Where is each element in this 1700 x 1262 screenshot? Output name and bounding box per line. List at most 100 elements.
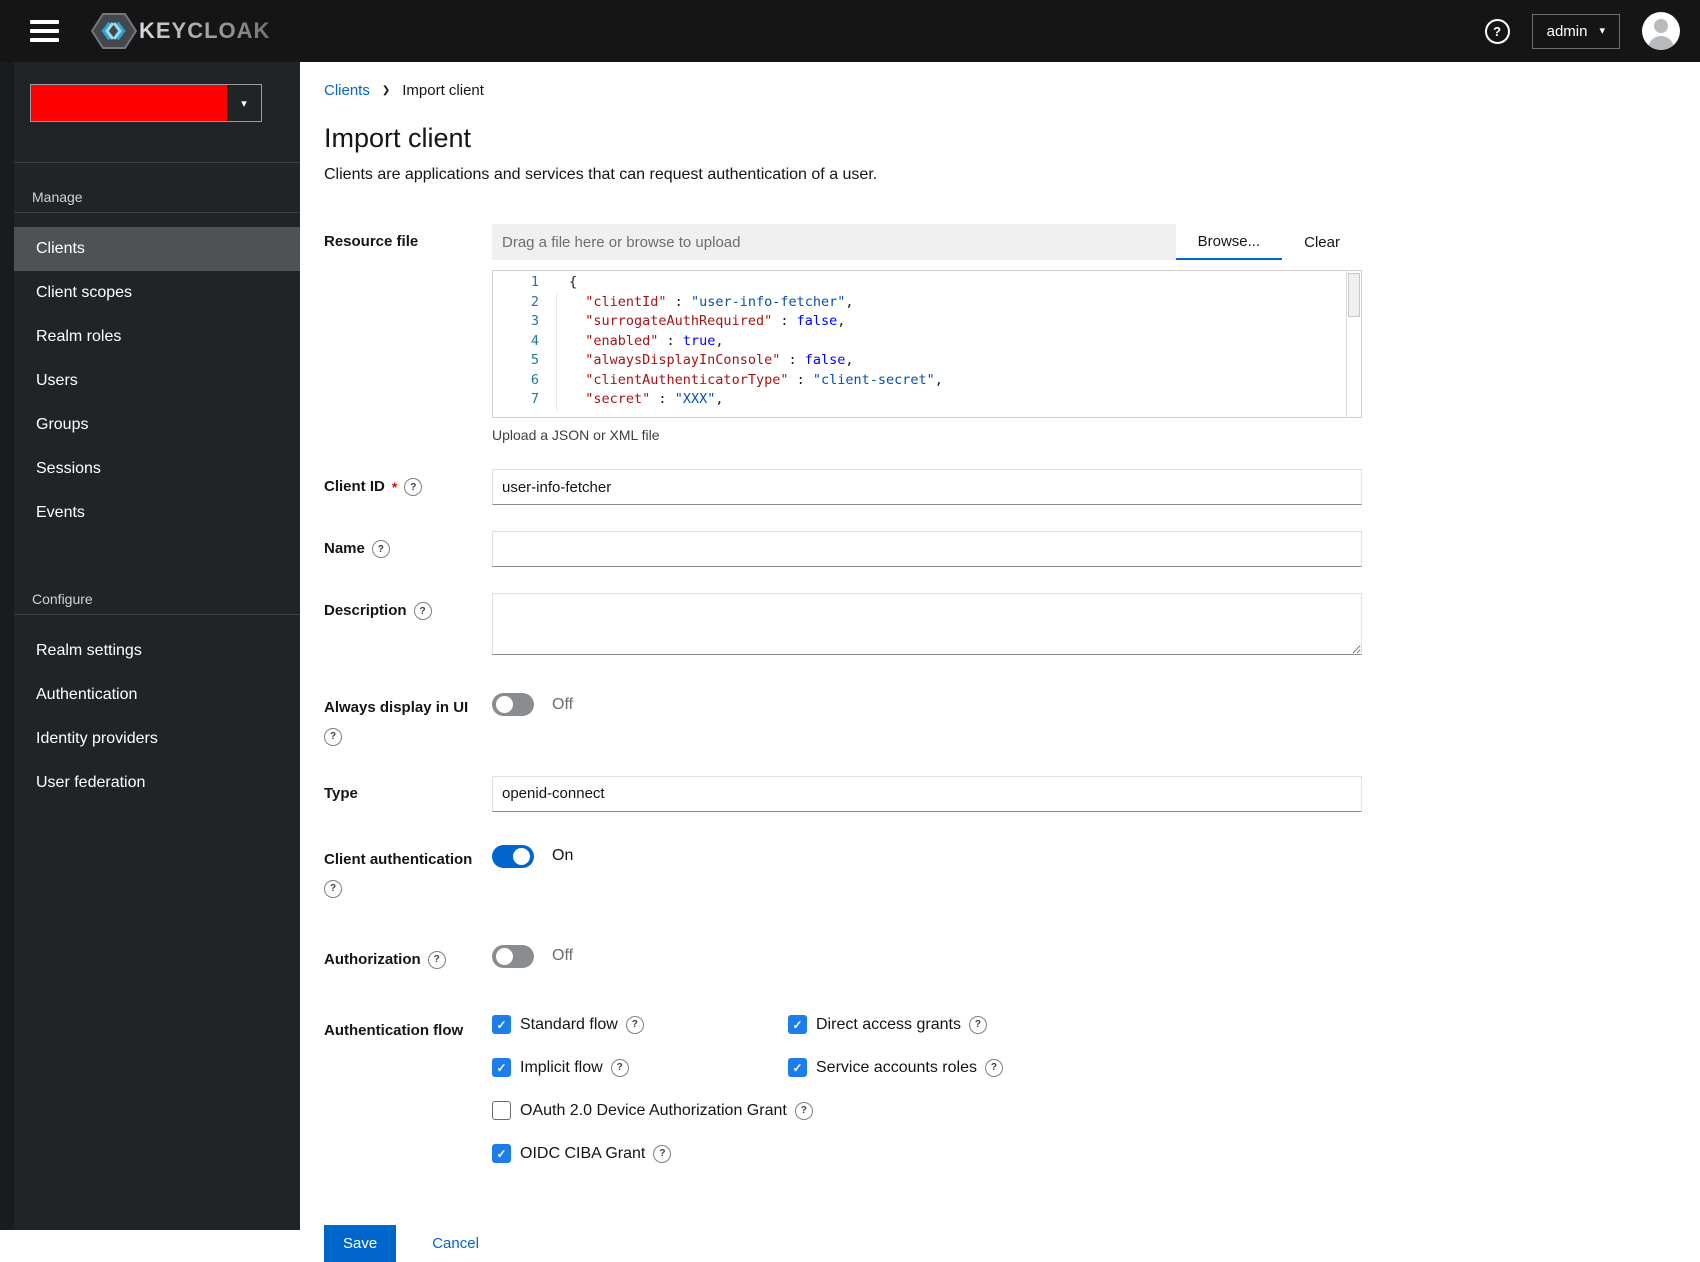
name-input[interactable] bbox=[492, 531, 1362, 567]
checkbox-oauth-2-0-device-authorization-grant[interactable]: OAuth 2.0 Device Authorization Grant? bbox=[492, 1101, 1362, 1121]
sidebar-item-realm-settings[interactable]: Realm settings bbox=[0, 629, 300, 673]
field-label-always-display: Always display in UI ? bbox=[324, 690, 492, 746]
caret-down-icon: ▾ bbox=[241, 97, 247, 110]
line-number: 5 bbox=[530, 352, 539, 368]
code-editor[interactable]: 1 {2 "clientId" : "user-info-fetcher", 3 "… bbox=[492, 270, 1362, 418]
help-icon[interactable]: ? bbox=[610, 1058, 629, 1077]
breadcrumb-link-clients[interactable]: Clients bbox=[324, 82, 370, 99]
code-text: "alwaysDisplayInConsole" : false, bbox=[585, 352, 854, 368]
header-actions: ? admin ▾ bbox=[1484, 12, 1700, 50]
nav-group-title: Configure bbox=[32, 591, 93, 607]
code-text: "clientId" : "user-info-fetcher", bbox=[585, 293, 854, 310]
hamburger-menu-icon[interactable] bbox=[26, 16, 63, 46]
name-row: Name ? bbox=[324, 531, 1676, 567]
description-row: Description ? bbox=[324, 593, 1676, 660]
always-display-row: Always display in UI ? Off bbox=[324, 690, 1676, 746]
checkbox-service-accounts-roles[interactable]: ✓ Service accounts roles? bbox=[788, 1058, 1362, 1078]
checkbox-label: OIDC CIBA Grant bbox=[520, 1144, 646, 1162]
help-icon[interactable]: ? bbox=[794, 1101, 813, 1120]
cancel-button[interactable]: Cancel bbox=[426, 1234, 485, 1253]
help-icon[interactable]: ? bbox=[1484, 18, 1510, 44]
help-icon[interactable]: ? bbox=[653, 1144, 672, 1163]
sidebar-item-sessions[interactable]: Sessions bbox=[0, 447, 300, 491]
sidebar-item-clients[interactable]: Clients bbox=[0, 227, 300, 271]
field-label-type: Type bbox=[324, 784, 358, 802]
sidebar-item-groups[interactable]: Groups bbox=[0, 403, 300, 447]
help-icon[interactable]: ? bbox=[371, 540, 390, 559]
client-id-row: Client ID * ? bbox=[324, 469, 1676, 505]
upload-helper-text: Upload a JSON or XML file bbox=[492, 427, 660, 443]
client-id-input[interactable] bbox=[492, 469, 1362, 505]
field-label-resource-file: Resource file bbox=[324, 233, 419, 250]
field-label-description: Description ? bbox=[324, 593, 492, 621]
save-button[interactable]: Save bbox=[324, 1225, 397, 1262]
sidebar-item-authentication[interactable]: Authentication bbox=[0, 673, 300, 717]
checkbox-direct-access-grants[interactable]: ✓ Direct access grants? bbox=[788, 1015, 1362, 1035]
authorization-state: Off bbox=[552, 947, 574, 964]
checkbox-standard-flow[interactable]: ✓ Standard flow? bbox=[492, 1015, 788, 1035]
help-icon[interactable]: ? bbox=[625, 1015, 644, 1034]
username-label: admin bbox=[1546, 22, 1588, 40]
checkbox-label: OAuth 2.0 Device Authorization Grant bbox=[520, 1101, 787, 1119]
line-number: 1 bbox=[530, 274, 539, 290]
line-number: 7 bbox=[530, 391, 539, 407]
sidebar-item-users[interactable]: Users bbox=[0, 359, 300, 403]
help-icon[interactable]: ? bbox=[324, 727, 342, 746]
type-input[interactable] bbox=[492, 775, 1362, 812]
always-display-state: Off bbox=[552, 695, 574, 713]
code-line: 3 "surrogateAuthRequired" : false, bbox=[493, 312, 1361, 332]
help-icon[interactable]: ? bbox=[324, 879, 342, 898]
code-line: 4 "enabled" : true, bbox=[493, 332, 1361, 352]
sidebar-item-user-federation[interactable]: User federation bbox=[0, 761, 300, 805]
help-icon[interactable]: ? bbox=[413, 602, 432, 621]
checkbox-implicit-flow[interactable]: ✓ Implicit flow? bbox=[492, 1058, 788, 1078]
realm-selector[interactable]: ▾ bbox=[30, 84, 262, 122]
checkbox-checked-icon[interactable]: ✓ bbox=[788, 1058, 807, 1078]
sidebar: ▾ Manage Clients Client scopes Realm roles U… bbox=[0, 62, 300, 1230]
checkbox-checked-icon[interactable]: ✓ bbox=[492, 1015, 511, 1035]
page-subtitle: Clients are applications and services th… bbox=[324, 166, 878, 183]
file-upload-dropzone[interactable]: Drag a file here or browse to upload bbox=[492, 224, 1176, 260]
breadcrumb-separator-icon: ❯ bbox=[381, 85, 391, 96]
line-number: 4 bbox=[530, 332, 539, 349]
realm-name-redacted bbox=[31, 85, 227, 121]
line-number: 2 bbox=[530, 293, 539, 310]
sidebar-item-events[interactable]: Events bbox=[0, 491, 300, 535]
field-label-name: Name ? bbox=[324, 531, 492, 559]
avatar[interactable] bbox=[1642, 12, 1680, 50]
code-line: 6 "clientAuthenticatorType" : "client-se… bbox=[493, 371, 1361, 391]
help-icon[interactable]: ? bbox=[427, 950, 446, 969]
description-textarea[interactable] bbox=[492, 593, 1362, 655]
editor-scrollbar[interactable] bbox=[1346, 271, 1361, 417]
type-row: Type bbox=[324, 775, 1676, 812]
help-icon[interactable]: ? bbox=[984, 1058, 1003, 1077]
client-auth-toggle[interactable] bbox=[492, 844, 534, 868]
help-icon[interactable]: ? bbox=[404, 478, 423, 497]
checkbox-checked-icon[interactable]: ✓ bbox=[788, 1015, 807, 1035]
authorization-row: Authorization ? Off bbox=[324, 942, 1676, 970]
checkbox-checked-icon[interactable]: ✓ bbox=[492, 1058, 511, 1078]
checkbox-unchecked[interactable] bbox=[492, 1101, 511, 1121]
user-menu-button[interactable]: admin ▾ bbox=[1531, 13, 1620, 49]
checkbox-label: Service accounts roles bbox=[816, 1058, 977, 1076]
always-display-toggle[interactable] bbox=[492, 693, 534, 716]
browse-button[interactable]: Browse... bbox=[1175, 224, 1283, 260]
sidebar-item-client-scopes[interactable]: Client scopes bbox=[0, 271, 300, 315]
nav-group-manage: Manage Clients Client scopes Realm roles Use… bbox=[0, 163, 300, 535]
sidebar-item-identity-providers[interactable]: Identity providers bbox=[0, 717, 300, 761]
authorization-toggle[interactable] bbox=[492, 944, 534, 968]
checkbox-label: Standard flow bbox=[520, 1015, 618, 1033]
sidebar-item-realm-roles[interactable]: Realm roles bbox=[0, 315, 300, 359]
code-text: { bbox=[569, 274, 578, 290]
breadcrumb: Clients ❯ Import client bbox=[324, 82, 1676, 99]
checkbox-checked-icon[interactable]: ✓ bbox=[492, 1144, 511, 1164]
field-label-auth-flow: Authentication flow bbox=[324, 1022, 464, 1040]
help-icon[interactable]: ? bbox=[968, 1015, 987, 1034]
client-auth-row: Client authentication ? On bbox=[324, 842, 1676, 898]
realm-selector-section: ▾ bbox=[0, 62, 300, 163]
clear-button[interactable]: Clear bbox=[1282, 224, 1362, 260]
code-text: "surrogateAuthRequired" : false, bbox=[585, 313, 846, 329]
page-title: Import client bbox=[324, 123, 472, 153]
scrollbar-thumb[interactable] bbox=[1348, 273, 1360, 317]
checkbox-oidc-ciba-grant[interactable]: ✓ OIDC CIBA Grant? bbox=[492, 1144, 1362, 1164]
